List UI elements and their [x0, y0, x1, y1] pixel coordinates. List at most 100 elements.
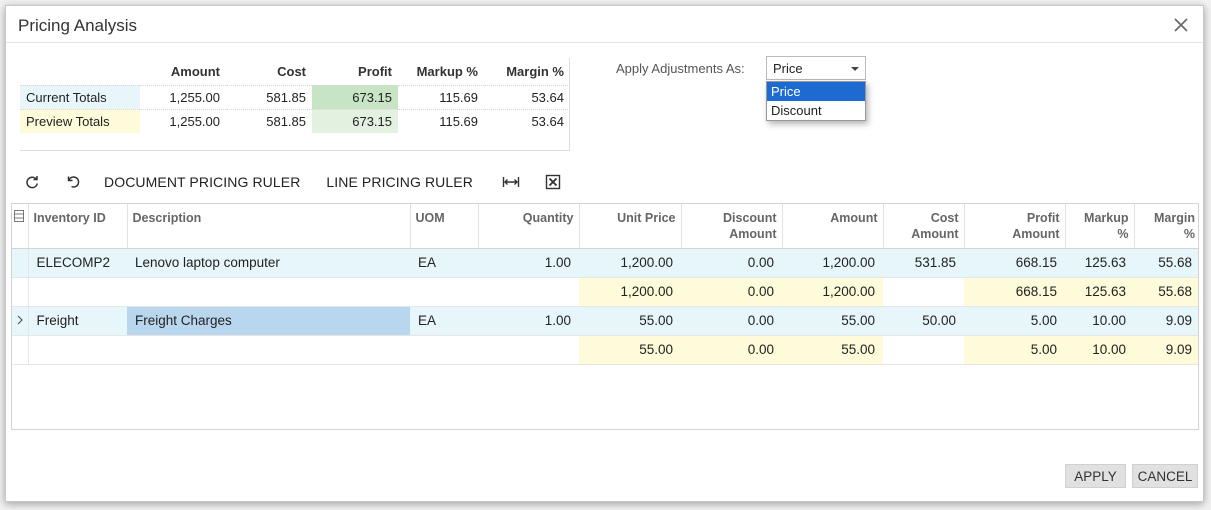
column-settings-icon: [14, 210, 24, 222]
preview-amount: 1,200.00: [782, 277, 883, 307]
current-totals-cost: 581.85: [226, 84, 312, 109]
cell-markup[interactable]: 10.00: [1065, 306, 1134, 336]
current-totals-label: Current Totals: [20, 84, 140, 109]
header-margin-line1: Margin: [1154, 211, 1195, 225]
pricing-analysis-dialog: Pricing Analysis Amount Cost Profit Mark…: [5, 5, 1204, 502]
header-margin[interactable]: Margin%: [1134, 204, 1198, 249]
option-price[interactable]: Price: [767, 82, 865, 101]
preview-amount: 55.00: [782, 335, 883, 365]
cell-amount[interactable]: 55.00: [782, 306, 883, 336]
header-margin-line2: %: [1183, 227, 1195, 241]
totals-table: Amount Cost Profit Markup % Margin % Cur…: [20, 58, 570, 151]
cell-uom[interactable]: EA: [410, 306, 478, 336]
header-inventory-id[interactable]: Inventory ID: [28, 204, 128, 249]
header-discount-amount[interactable]: Discount Amount: [681, 204, 783, 249]
cell-unit-price[interactable]: 55.00: [579, 306, 681, 336]
cell-empty: [28, 335, 127, 365]
header-uom[interactable]: UOM: [410, 204, 479, 249]
header-cost-amount[interactable]: Cost Amount: [883, 204, 965, 249]
current-totals-margin: 53.64: [484, 84, 570, 109]
cell-uom[interactable]: EA: [410, 248, 478, 278]
header-description[interactable]: Description: [127, 204, 411, 249]
option-discount[interactable]: Discount: [767, 101, 865, 120]
preview-totals-profit: 673.15: [312, 108, 398, 133]
cell-unit-price[interactable]: 1,200.00: [579, 248, 681, 278]
cell-empty: [28, 277, 127, 307]
current-totals-markup: 115.69: [398, 84, 484, 109]
refresh-icon: [26, 176, 39, 189]
cell-discount[interactable]: 0.00: [681, 248, 782, 278]
preview-totals-margin: 53.64: [484, 108, 570, 133]
cell-empty: [410, 335, 478, 365]
totals-header-markup: Markup %: [416, 63, 478, 79]
cell-discount[interactable]: 0.00: [681, 306, 782, 336]
table-row[interactable]: ELECOMP2 Lenovo laptop computer EA 1.00 …: [12, 248, 1198, 278]
table-row[interactable]: Freight Freight Charges EA 1.00 55.00 0.…: [12, 306, 1198, 336]
totals-header-amount: Amount: [170, 63, 220, 79]
preview-discount: 0.00: [681, 335, 782, 365]
totals-header-cost: Cost: [277, 63, 306, 79]
dialog-title: Pricing Analysis: [18, 16, 138, 35]
cell-description[interactable]: Lenovo laptop computer: [127, 248, 410, 278]
header-unit-price[interactable]: Unit Price: [579, 204, 682, 249]
header-cost-line1: Cost: [930, 211, 959, 225]
fit-width-icon: [502, 177, 520, 187]
header-profit-line2: Amount: [1012, 227, 1060, 241]
apply-button[interactable]: APPLY: [1065, 464, 1126, 488]
cell-amount[interactable]: 1,200.00: [782, 248, 883, 278]
header-discount-line2: Amount: [729, 227, 777, 241]
cell-margin[interactable]: 9.09: [1134, 306, 1198, 336]
cell-empty: [883, 277, 964, 307]
cell-description[interactable]: Freight Charges: [127, 306, 410, 336]
document-pricing-ruler-button[interactable]: DOCUMENT PRICING RULER: [104, 174, 300, 190]
chevron-down-icon: [851, 67, 859, 71]
preview-totals-markup: 115.69: [398, 108, 484, 133]
close-button[interactable]: [1173, 17, 1189, 33]
cancel-button[interactable]: CANCEL: [1132, 464, 1198, 488]
undo-button[interactable]: [62, 170, 86, 194]
cell-inventory-id[interactable]: ELECOMP2: [28, 248, 127, 278]
export-excel-button[interactable]: [541, 170, 565, 194]
cell-profit[interactable]: 668.15: [964, 248, 1065, 278]
header-discount-line1: Discount: [723, 211, 777, 225]
close-icon: [1174, 18, 1188, 32]
cell-cost[interactable]: 50.00: [883, 306, 964, 336]
header-quantity[interactable]: Quantity: [478, 204, 580, 249]
apply-adjustments-dropdown: Price Discount: [766, 81, 866, 121]
preview-unit-price: 1,200.00: [579, 277, 681, 307]
row-settings-cell[interactable]: [12, 204, 29, 249]
header-markup[interactable]: Markup%: [1065, 204, 1135, 249]
totals-header-profit: Profit: [358, 63, 392, 79]
header-profit-amount[interactable]: Profit Amount: [964, 204, 1066, 249]
cell-margin[interactable]: 55.68: [1134, 248, 1198, 278]
cell-quantity[interactable]: 1.00: [478, 248, 579, 278]
refresh-button[interactable]: [20, 170, 44, 194]
cell-empty: [883, 335, 964, 365]
apply-adjustments-select[interactable]: Price: [766, 56, 866, 80]
cell-quantity[interactable]: 1.00: [478, 306, 579, 336]
apply-adjustments-label: Apply Adjustments As:: [616, 61, 745, 76]
fit-columns-button[interactable]: [499, 170, 523, 194]
row-indicator[interactable]: [12, 306, 29, 336]
header-profit-line1: Profit: [1026, 211, 1060, 225]
header-amount[interactable]: Amount: [782, 204, 884, 249]
header-cost-line2: Amount: [911, 227, 959, 241]
pricing-grid: Inventory ID Description UOM Quantity Un…: [11, 203, 1199, 430]
header-markup-line2: %: [1117, 227, 1129, 241]
row-indicator[interactable]: [12, 248, 29, 278]
row-indicator: [12, 277, 29, 307]
cell-cost[interactable]: 531.85: [883, 248, 964, 278]
cell-markup[interactable]: 125.63: [1065, 248, 1134, 278]
current-totals-profit: 673.15: [312, 84, 398, 109]
preview-totals-amount: 1,255.00: [140, 108, 226, 133]
current-totals-row: Current Totals 1,255.00 581.85 673.15 11…: [20, 84, 570, 109]
cell-inventory-id[interactable]: Freight: [28, 306, 127, 336]
chevron-right-icon: [17, 315, 23, 325]
cell-empty: [478, 335, 579, 365]
current-totals-amount: 1,255.00: [140, 84, 226, 109]
cell-empty: [127, 277, 410, 307]
cell-empty: [410, 277, 478, 307]
undo-icon: [67, 176, 80, 188]
line-pricing-ruler-button[interactable]: LINE PRICING RULER: [326, 174, 473, 190]
cell-profit[interactable]: 5.00: [964, 306, 1065, 336]
